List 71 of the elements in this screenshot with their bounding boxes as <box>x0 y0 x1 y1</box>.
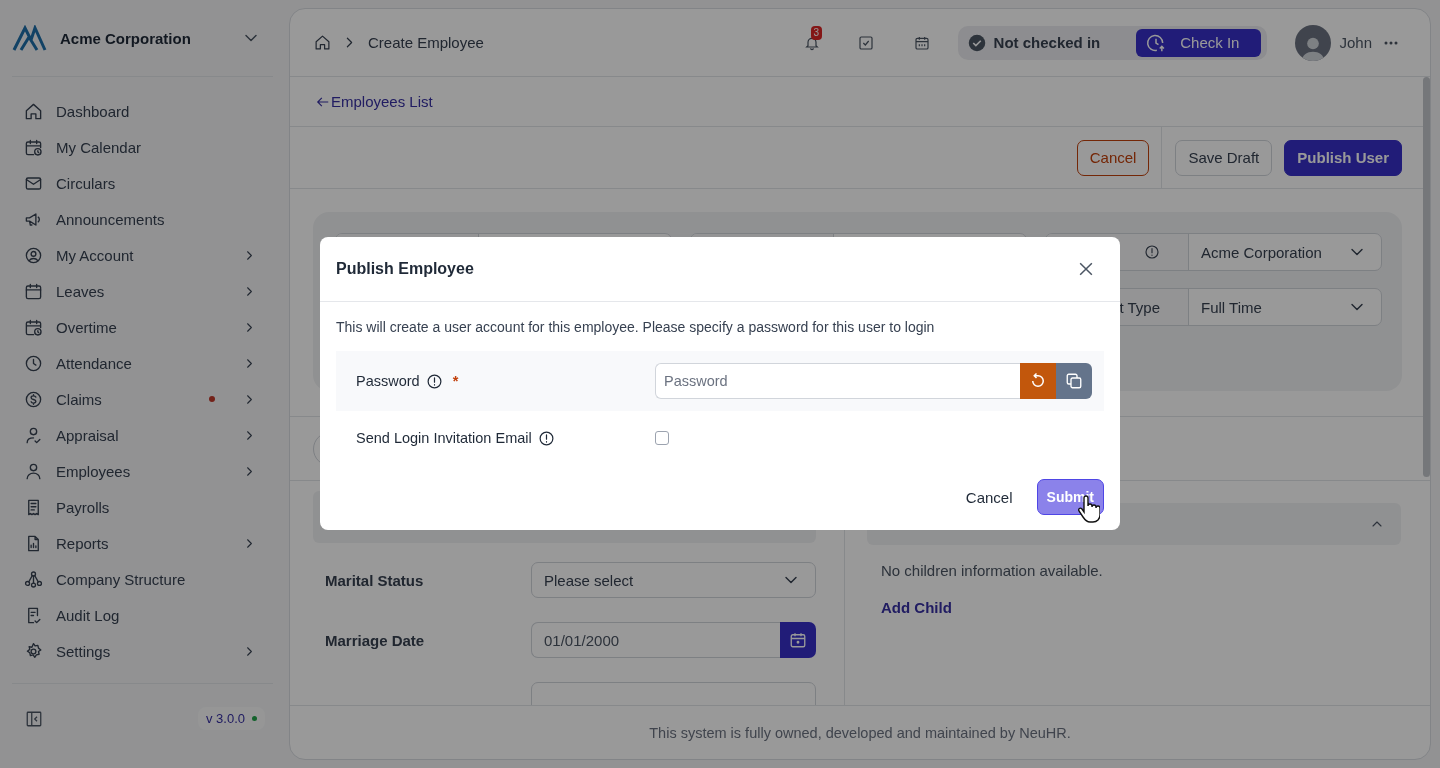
company-name: Acme Corporation <box>60 29 192 47</box>
sidebar-item[interactable]: Leaves <box>12 273 273 309</box>
field-label: Send Login Invitation Email <box>356 430 532 446</box>
sidebar-item[interactable]: Company Structure <box>12 561 273 597</box>
home-icon <box>24 101 43 121</box>
field-label: Marriage Date <box>325 631 426 649</box>
breadcrumb-current: Create Employee <box>368 34 484 51</box>
cancel-button[interactable]: Cancel <box>953 479 1025 515</box>
user-name[interactable]: John <box>1339 34 1372 51</box>
publish-button[interactable]: Publish User <box>1284 139 1402 176</box>
home-icon[interactable] <box>314 34 331 51</box>
task-checkbox-icon[interactable] <box>857 34 874 51</box>
dialog-message: This will create a user account for this employee. Please specify a password for this user to login <box>336 319 936 335</box>
clock-icon <box>1146 32 1167 53</box>
check-circle-icon <box>967 33 986 52</box>
sidebar-item[interactable]: Payrolls <box>12 489 273 525</box>
sidebar-item[interactable]: Settings <box>12 633 273 669</box>
settings-icon <box>24 641 43 661</box>
company-logo <box>12 25 47 51</box>
calendar-icon[interactable] <box>913 34 930 51</box>
sidebar-item[interactable]: Circulars <box>12 165 273 201</box>
calendar-icon <box>24 281 43 301</box>
sidebar-item[interactable]: Reports <box>12 525 273 561</box>
sidebar-item[interactable]: Audit Log <box>12 597 273 633</box>
footer-text: This system is fully owned, developed and maintained by NeuHR. <box>649 724 1071 741</box>
check-in-status: Not checked in <box>993 34 1101 51</box>
scrollbar[interactable] <box>1423 77 1430 477</box>
avatar[interactable] <box>1295 24 1332 61</box>
sidebar-item[interactable]: Attendance <box>12 345 273 381</box>
collapse-sidebar-icon[interactable] <box>25 709 43 728</box>
add-child-link[interactable]: Add Child <box>881 599 952 616</box>
network-icon <box>24 569 43 589</box>
calendar-icon <box>789 631 807 649</box>
sidebar-item[interactable]: Claims <box>12 381 273 417</box>
sidebar-item[interactable]: Dashboard <box>12 93 273 129</box>
dollar-coin-icon <box>24 389 43 409</box>
more-options-icon[interactable] <box>1384 40 1398 45</box>
date-picker-button[interactable] <box>780 622 816 658</box>
info-icon <box>537 429 555 447</box>
info-icon <box>425 372 443 390</box>
regenerate-button[interactable] <box>1020 363 1056 399</box>
sidebar-item[interactable]: Employees <box>12 453 273 489</box>
calendar-clock-icon <box>24 317 43 337</box>
checkbox[interactable] <box>655 431 669 445</box>
sidebar-item[interactable]: Announcements <box>12 201 273 237</box>
save-draft-button[interactable]: Save Draft <box>1175 139 1273 176</box>
date-field[interactable]: 01/01/2000 <box>531 622 780 658</box>
sidebar-item[interactable]: Appraisal <box>12 417 273 453</box>
person-check-icon <box>24 425 43 445</box>
password-field[interactable]: Password <box>655 363 1020 399</box>
copy-icon <box>1065 372 1083 390</box>
required-mark: * <box>452 373 459 389</box>
cancel-button[interactable]: Cancel <box>1076 139 1150 176</box>
user-circle-icon <box>24 245 43 265</box>
field-label: Password <box>356 373 420 389</box>
copy-button[interactable] <box>1056 363 1092 399</box>
empty-state-text: No children information available. <box>881 562 1104 579</box>
select-field[interactable]: Please select <box>531 562 816 598</box>
sidebar-item[interactable]: Overtime <box>12 309 273 345</box>
calendar-clock-icon <box>24 137 43 157</box>
person-icon <box>24 461 43 481</box>
notification-badge: 3 <box>810 25 823 40</box>
sidebar-item[interactable]: My Account <box>12 237 273 273</box>
clock-icon <box>24 353 43 373</box>
back-link[interactable]: Employees List <box>316 93 433 110</box>
sidebar-item[interactable]: My Calendar <box>12 129 273 165</box>
dialog-title: Publish Employee <box>336 260 474 278</box>
version-badge: v 3.0.0 <box>197 707 265 730</box>
field-label: Marital Status <box>325 571 425 589</box>
refresh-icon <box>1029 372 1047 390</box>
check-in-button[interactable]: Check In <box>1136 28 1262 57</box>
